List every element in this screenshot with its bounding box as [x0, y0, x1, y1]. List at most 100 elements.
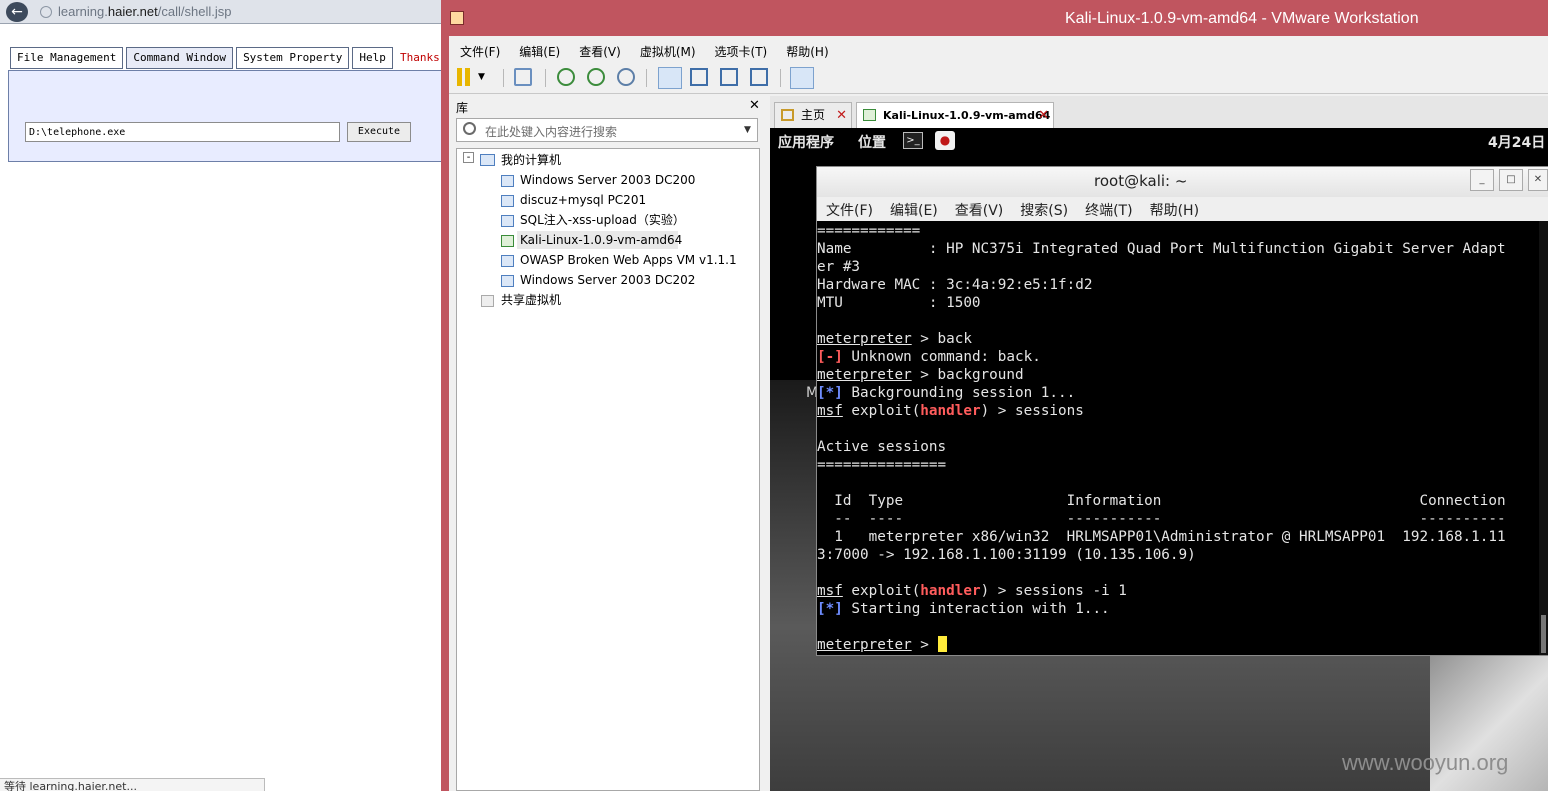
- tree-vm-item[interactable]: SQL注入-xss-upload（实验）: [520, 211, 685, 229]
- unity-icon[interactable]: [750, 68, 768, 86]
- gnome-top-panel: [770, 128, 1548, 154]
- terminal-output[interactable]: ============ Name : HP NC375i Integrated…: [817, 221, 1538, 655]
- vm-icon: [501, 255, 514, 267]
- term-menu-help[interactable]: 帮助(H): [1141, 197, 1207, 221]
- info-marker: [*]: [817, 601, 843, 617]
- tree-shared-vms[interactable]: 共享虚拟机: [501, 291, 561, 309]
- send-ctrl-alt-del-icon[interactable]: [514, 68, 532, 86]
- collapse-icon[interactable]: -: [463, 152, 474, 163]
- info-text: Backgrounding session 1...: [842, 385, 1076, 401]
- snapshot-icon[interactable]: [557, 68, 575, 86]
- close-icon[interactable]: ✕: [1038, 103, 1049, 128]
- url-domain: haier.net: [107, 4, 158, 19]
- close-icon[interactable]: ✕: [1528, 169, 1548, 191]
- command-input[interactable]: [25, 122, 340, 142]
- applications-menu[interactable]: 应用程序: [778, 132, 834, 152]
- term-menu-search[interactable]: 搜索(S): [1011, 197, 1076, 221]
- menu-vm[interactable]: 虚拟机(M): [629, 40, 704, 60]
- chevron-down-icon[interactable]: ▼: [744, 125, 751, 135]
- full-screen-icon[interactable]: [720, 68, 738, 86]
- panel-date[interactable]: 4月24日: [1488, 132, 1545, 152]
- terminal-line: MTU : 1500: [817, 295, 981, 311]
- prompt-command: ) > sessions: [980, 403, 1084, 419]
- menu-file[interactable]: 文件(F): [449, 40, 508, 60]
- places-menu[interactable]: 位置: [858, 132, 886, 152]
- thumbnail-bar-icon[interactable]: [690, 68, 708, 86]
- terminal-line: [*] Backgrounding session 1...: [817, 384, 1538, 402]
- execute-button[interactable]: Execute: [347, 122, 411, 142]
- close-icon[interactable]: ✕: [749, 98, 760, 113]
- terminal-launcher-icon[interactable]: >_: [903, 132, 923, 149]
- terminal-menubar: 文件(F) 编辑(E) 查看(V) 搜索(S) 终端(T) 帮助(H): [817, 197, 1548, 221]
- prompt-handler: handler: [920, 403, 981, 419]
- terminal-line: Hardware MAC : 3c:4a:92:e5:1f:d2: [817, 277, 1093, 293]
- prompt-msf: msf: [817, 583, 843, 599]
- close-icon[interactable]: ✕: [836, 103, 847, 128]
- terminal-line: meterpreter >: [817, 636, 1538, 654]
- url-path: /call/shell.jsp: [157, 4, 232, 19]
- watermark: www.wooyun.org: [1342, 750, 1509, 775]
- chevron-down-icon[interactable]: ▼: [478, 68, 488, 86]
- globe-icon: [40, 6, 52, 18]
- tree-vm-item[interactable]: Windows Server 2003 DC202: [520, 271, 695, 289]
- maximize-icon[interactable]: □: [1499, 169, 1523, 191]
- back-button[interactable]: ←: [6, 2, 28, 22]
- vm-icon: [501, 175, 514, 187]
- terminal-scrollbar[interactable]: [1539, 221, 1548, 655]
- url-field[interactable]: learning.haier.net/call/shell.jsp: [58, 4, 231, 19]
- tree-vm-item[interactable]: OWASP Broken Web Apps VM v1.1.1: [520, 251, 737, 269]
- vmware-title: Kali-Linux-1.0.9-vm-amd64 - VMware Works…: [1065, 10, 1419, 27]
- revert-snapshot-icon[interactable]: [587, 68, 605, 86]
- menu-edit[interactable]: 编辑(E): [508, 40, 568, 60]
- tab-file-management[interactable]: File Management: [10, 47, 124, 69]
- shell-tab-bar: File Management Command Window System Pr…: [10, 47, 393, 69]
- browser-status-bar: 等待 learning.haier.net...: [0, 778, 265, 791]
- term-menu-file[interactable]: 文件(F): [817, 197, 881, 221]
- menu-help[interactable]: 帮助(H): [775, 40, 836, 60]
- tree-vm-item[interactable]: Windows Server 2003 DC200: [520, 171, 695, 189]
- running-vm-icon: [501, 235, 514, 247]
- tab-home-label: 主页: [801, 108, 826, 122]
- tree-vm-item[interactable]: discuz+mysql PC201: [520, 191, 646, 209]
- library-header: [449, 96, 769, 114]
- sessions-table-row-wrap: 3:7000 -> 192.168.1.100:31199 (10.135.10…: [817, 547, 1196, 563]
- tree-my-computer[interactable]: 我的计算机: [501, 151, 561, 169]
- tree-vm-item-selected[interactable]: Kali-Linux-1.0.9-vm-amd64: [520, 231, 682, 249]
- term-menu-edit[interactable]: 编辑(E): [881, 197, 946, 221]
- error-text: Unknown command: back.: [842, 349, 1041, 365]
- thanks-link[interactable]: Thanks: [400, 51, 440, 64]
- tab-system-property[interactable]: System Property: [236, 47, 350, 69]
- vm-icon: [501, 275, 514, 287]
- term-menu-terminal[interactable]: 终端(T): [1076, 197, 1140, 221]
- error-marker: [-]: [817, 349, 843, 365]
- terminal-title: root@kali: ~: [1094, 172, 1188, 190]
- tab-kali-label: Kali-Linux-1.0.9-vm-amd64: [883, 109, 1051, 122]
- snapshot-manager-icon[interactable]: [617, 68, 635, 86]
- terminal-line: [-] Unknown command: back.: [817, 348, 1538, 366]
- console-view-icon[interactable]: [790, 67, 814, 89]
- vmware-app-icon: [450, 11, 464, 25]
- home-icon: [781, 109, 794, 121]
- prompt-exploit: exploit(: [842, 583, 921, 599]
- menu-view[interactable]: 查看(V): [568, 40, 629, 60]
- terminal-line: Active sessions: [817, 439, 947, 455]
- tab-kali[interactable]: Kali-Linux-1.0.9-vm-amd64 ✕: [856, 102, 1054, 128]
- tab-command-window[interactable]: Command Window: [126, 47, 234, 69]
- prompt-msf: msf: [817, 403, 843, 419]
- prompt-command: > background: [911, 367, 1024, 383]
- computer-icon: [480, 154, 495, 166]
- app-launcher-icon[interactable]: ●: [935, 131, 955, 150]
- minimize-icon[interactable]: _: [1470, 169, 1494, 191]
- terminal-scrollbar-thumb[interactable]: [1541, 615, 1546, 653]
- tab-help[interactable]: Help: [352, 47, 393, 69]
- term-menu-view[interactable]: 查看(V): [946, 197, 1012, 221]
- menu-tabs[interactable]: 选项卡(T): [704, 40, 776, 60]
- prompt-meterpreter: meterpreter: [817, 637, 912, 653]
- pause-icon[interactable]: [457, 68, 475, 86]
- library-label: 库: [456, 101, 469, 115]
- show-library-icon[interactable]: [658, 67, 682, 89]
- tab-home[interactable]: 主页 ✕: [774, 102, 852, 128]
- shared-vm-icon: [481, 295, 494, 307]
- command-panel: [8, 70, 441, 162]
